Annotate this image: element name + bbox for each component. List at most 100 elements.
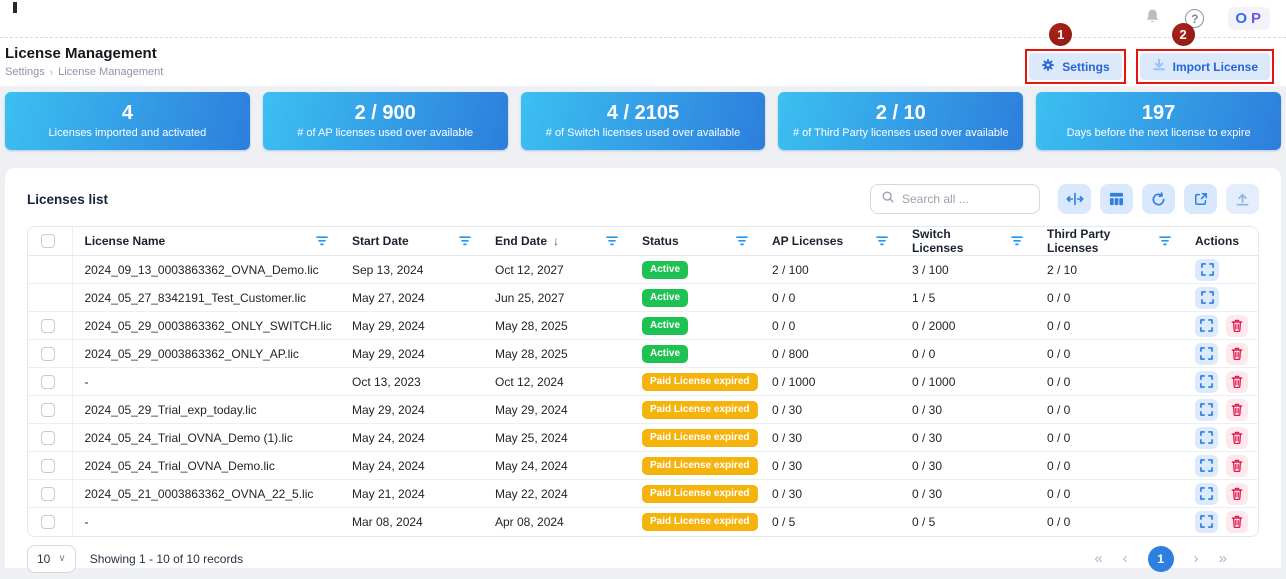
- filter-icon[interactable]: [736, 236, 748, 246]
- expand-icon[interactable]: [1195, 455, 1218, 477]
- row-checkbox[interactable]: [41, 319, 55, 333]
- delete-icon[interactable]: [1226, 427, 1249, 449]
- status-cell: Paid License expired: [630, 508, 760, 536]
- upload-icon[interactable]: [1226, 184, 1259, 214]
- sort-desc-icon[interactable]: ↓: [553, 234, 559, 248]
- switch-licenses-cell: 0 / 30: [900, 396, 1035, 424]
- pagination-next-icon[interactable]: ›: [1194, 550, 1199, 567]
- column-header-label[interactable]: AP Licenses: [772, 234, 843, 248]
- third-party-licenses-cell: 2 / 10: [1035, 256, 1183, 284]
- expand-icon[interactable]: [1195, 259, 1219, 281]
- avatar-letter: P: [1251, 10, 1263, 27]
- stat-card: 2 / 10 # of Third Party licenses used ov…: [778, 92, 1023, 150]
- pagination: « ‹ 1 › »: [1094, 546, 1259, 572]
- expand-icon[interactable]: [1195, 511, 1218, 533]
- table-row[interactable]: 2024_05_24_Trial_OVNA_Demo.lic May 24, 2…: [28, 452, 1259, 480]
- table-row[interactable]: 2024_05_29_0003863362_ONLY_AP.lic May 29…: [28, 340, 1259, 368]
- column-header-label[interactable]: Status: [642, 234, 679, 248]
- delete-icon[interactable]: [1226, 399, 1249, 421]
- table-row[interactable]: 2024_05_27_8342191_Test_Customer.lic May…: [28, 284, 1259, 312]
- list-footer: 10 ∨ Showing 1 - 10 of 10 records « ‹ 1 …: [27, 544, 1259, 574]
- table-row[interactable]: 2024_09_13_0003863362_OVNA_Demo.lic Sep …: [28, 256, 1259, 284]
- delete-icon[interactable]: [1226, 315, 1249, 337]
- filter-icon[interactable]: [459, 236, 471, 246]
- column-resize-icon[interactable]: [1058, 184, 1091, 214]
- table-row[interactable]: 2024_05_29_0003863362_ONLY_SWITCH.lic Ma…: [28, 312, 1259, 340]
- settings-button[interactable]: Settings: [1029, 53, 1121, 80]
- bell-icon[interactable]: [1144, 8, 1161, 30]
- stat-card: 4 / 2105 # of Switch licenses used over …: [521, 92, 766, 150]
- table-row[interactable]: - Oct 13, 2023 Oct 12, 2024 Paid License…: [28, 368, 1259, 396]
- expand-icon[interactable]: [1195, 483, 1218, 505]
- start-date-cell: Mar 08, 2024: [340, 508, 483, 536]
- row-checkbox[interactable]: [41, 403, 55, 417]
- filter-icon[interactable]: [1159, 236, 1171, 246]
- expand-icon[interactable]: [1195, 399, 1218, 421]
- avatar[interactable]: O P: [1228, 7, 1270, 30]
- filter-icon[interactable]: [876, 236, 888, 246]
- export-icon[interactable]: [1184, 184, 1217, 214]
- stats-row: 4 Licenses imported and activated 2 / 90…: [0, 86, 1286, 150]
- column-header-label[interactable]: License Name: [85, 234, 166, 248]
- search-icon: [881, 190, 895, 209]
- stat-card: 197 Days before the next license to expi…: [1036, 92, 1281, 150]
- expand-icon[interactable]: [1195, 315, 1218, 337]
- expand-icon[interactable]: [1195, 371, 1218, 393]
- row-checkbox[interactable]: [41, 375, 55, 389]
- license-name-cell: 2024_05_24_Trial_OVNA_Demo.lic: [72, 452, 340, 480]
- table-row[interactable]: - Mar 08, 2024 Apr 08, 2024 Paid License…: [28, 508, 1259, 536]
- import-license-button[interactable]: Import License: [1140, 53, 1270, 80]
- row-checkbox-cell: [28, 312, 72, 340]
- switch-licenses-cell: 0 / 0: [900, 340, 1035, 368]
- column-header-label[interactable]: Start Date: [352, 234, 409, 248]
- filter-icon[interactable]: [1011, 236, 1023, 246]
- breadcrumb-settings[interactable]: Settings: [5, 66, 45, 78]
- start-date-cell: May 29, 2024: [340, 340, 483, 368]
- table-row[interactable]: 2024_05_21_0003863362_OVNA_22_5.lic May …: [28, 480, 1259, 508]
- expand-icon[interactable]: [1195, 287, 1219, 309]
- pagination-current-page[interactable]: 1: [1148, 546, 1174, 572]
- column-header-label[interactable]: End Date: [495, 234, 547, 248]
- ap-licenses-cell: 0 / 30: [760, 424, 900, 452]
- delete-icon[interactable]: [1226, 483, 1249, 505]
- end-date-cell: May 24, 2024: [483, 452, 630, 480]
- delete-icon[interactable]: [1226, 511, 1249, 533]
- select-all-checkbox[interactable]: [41, 234, 55, 248]
- pagination-first-icon[interactable]: «: [1094, 550, 1102, 567]
- ap-licenses-cell: 0 / 0: [760, 312, 900, 340]
- columns-icon[interactable]: [1100, 184, 1133, 214]
- row-checkbox[interactable]: [41, 515, 55, 529]
- ap-licenses-cell: 0 / 1000: [760, 368, 900, 396]
- actions-cell: [1183, 452, 1259, 480]
- column-header-label[interactable]: Switch Licenses: [912, 227, 1005, 255]
- page-size-select[interactable]: 10 ∨: [27, 545, 76, 573]
- third-party-licenses-cell: 0 / 0: [1035, 340, 1183, 368]
- column-header-label[interactable]: Actions: [1195, 234, 1239, 248]
- license-name-cell: 2024_05_29_0003863362_ONLY_AP.lic: [72, 340, 340, 368]
- delete-icon[interactable]: [1226, 371, 1249, 393]
- third-party-licenses-cell: 0 / 0: [1035, 452, 1183, 480]
- delete-icon[interactable]: [1226, 343, 1249, 365]
- expand-icon[interactable]: [1195, 343, 1218, 365]
- row-checkbox[interactable]: [41, 347, 55, 361]
- page-header: License Management Settings › License Ma…: [0, 38, 1286, 86]
- refresh-icon[interactable]: [1142, 184, 1175, 214]
- license-name-cell: 2024_05_29_0003863362_ONLY_SWITCH.lic: [72, 312, 340, 340]
- row-checkbox[interactable]: [41, 459, 55, 473]
- pagination-last-icon[interactable]: »: [1219, 550, 1227, 567]
- column-header-label[interactable]: Third Party Licenses: [1047, 227, 1153, 255]
- expand-icon[interactable]: [1195, 427, 1218, 449]
- delete-icon[interactable]: [1226, 455, 1249, 477]
- pagination-prev-icon[interactable]: ‹: [1123, 550, 1128, 567]
- start-date-cell: May 21, 2024: [340, 480, 483, 508]
- filter-icon[interactable]: [316, 236, 328, 246]
- row-checkbox[interactable]: [41, 487, 55, 501]
- table-row[interactable]: 2024_05_24_Trial_OVNA_Demo (1).lic May 2…: [28, 424, 1259, 452]
- row-checkbox-cell: [28, 424, 72, 452]
- actions-cell: [1183, 424, 1259, 452]
- filter-icon[interactable]: [606, 236, 618, 246]
- row-checkbox[interactable]: [41, 431, 55, 445]
- search-input[interactable]: [902, 192, 1029, 206]
- license-name-cell: -: [72, 508, 340, 536]
- table-row[interactable]: 2024_05_29_Trial_exp_today.lic May 29, 2…: [28, 396, 1259, 424]
